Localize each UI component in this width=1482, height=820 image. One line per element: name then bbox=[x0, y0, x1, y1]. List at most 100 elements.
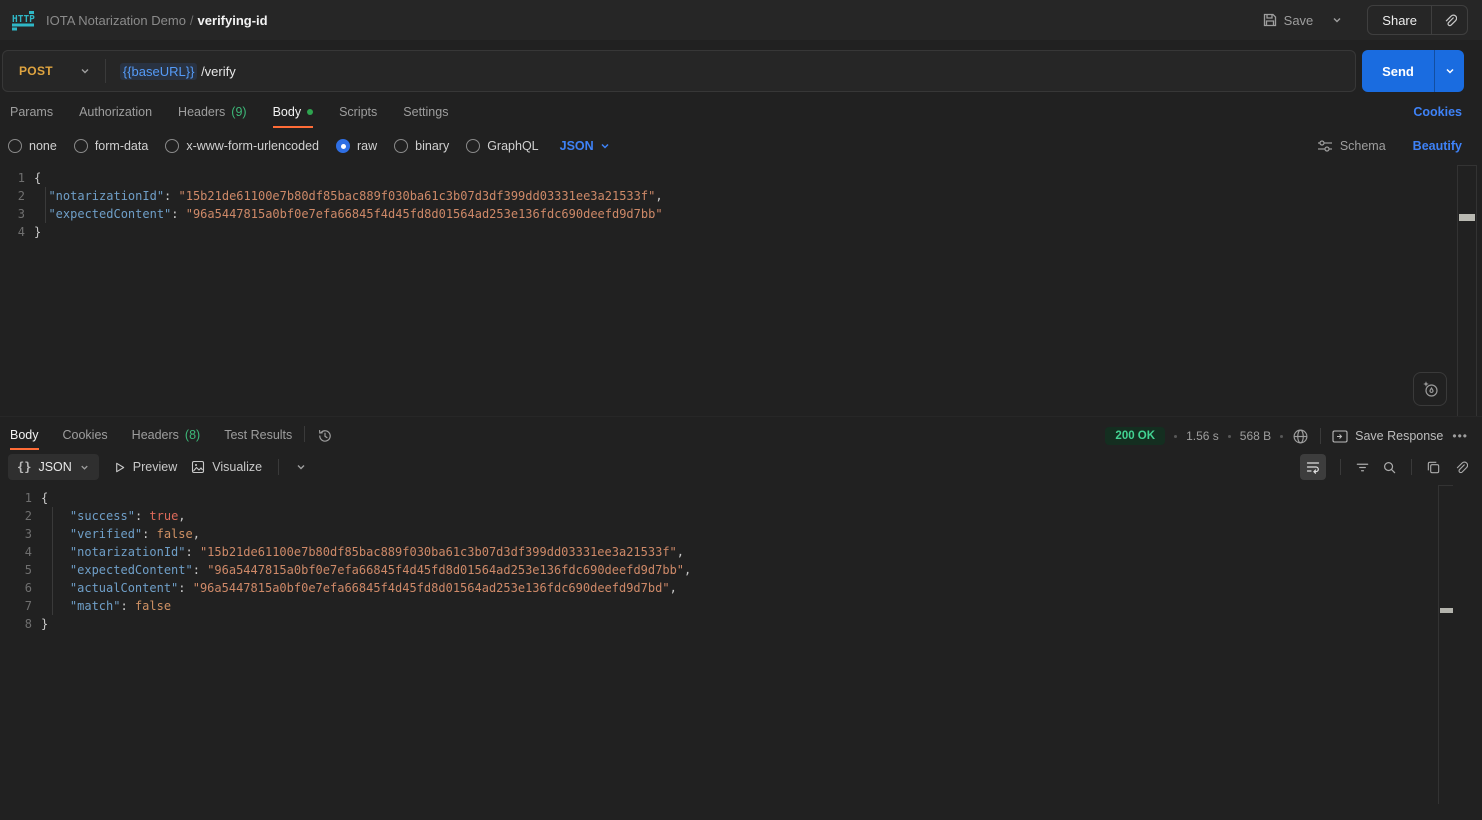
response-tab-body-label: Body bbox=[10, 428, 39, 442]
language-label: JSON bbox=[560, 139, 594, 153]
more-options-icon[interactable]: ••• bbox=[1452, 429, 1468, 443]
response-body-editor[interactable]: 1{2 "success": true,3 "verified": false,… bbox=[0, 484, 1482, 804]
postbot-button[interactable] bbox=[1413, 372, 1447, 406]
send-button[interactable]: Send bbox=[1362, 50, 1434, 92]
response-tab-test-results-label: Test Results bbox=[224, 428, 292, 442]
preview-button[interactable]: Preview bbox=[113, 460, 177, 474]
url-path: /verify bbox=[197, 64, 235, 79]
tab-authorization[interactable]: Authorization bbox=[79, 105, 152, 128]
response-meta: 200 OK 1.56 s 568 B Save Response ••• bbox=[1105, 427, 1468, 450]
body-modified-dot bbox=[307, 109, 313, 115]
method-select[interactable]: POST bbox=[3, 64, 105, 78]
save-response-icon bbox=[1332, 430, 1348, 443]
response-format-select[interactable]: {} JSON bbox=[8, 454, 99, 480]
request-body-editor[interactable]: 1{2 "notarizationId": "15b21de61100e7b80… bbox=[0, 164, 1482, 416]
response-tab-test-results[interactable]: Test Results bbox=[224, 428, 292, 450]
code-line: 8} bbox=[0, 615, 1482, 633]
response-tab-headers-count: (8) bbox=[185, 428, 200, 442]
response-toolbar: {} JSON Preview Visualize bbox=[0, 450, 1482, 484]
icons-divider bbox=[1411, 459, 1412, 475]
share-group: Share bbox=[1367, 5, 1468, 35]
radio-form-data[interactable] bbox=[74, 139, 88, 153]
share-button[interactable]: Share bbox=[1368, 13, 1431, 28]
response-code-lines[interactable]: 1{2 "success": true,3 "verified": false,… bbox=[0, 489, 1482, 633]
url-variable-token[interactable]: {{baseURL}} bbox=[120, 63, 198, 80]
response-tab-headers[interactable]: Headers(8) bbox=[132, 428, 201, 450]
radio-urlencoded[interactable] bbox=[165, 139, 179, 153]
send-options-chevron[interactable] bbox=[1435, 50, 1464, 92]
language-select[interactable]: JSON bbox=[560, 139, 611, 153]
search-icon[interactable] bbox=[1382, 460, 1397, 475]
response-header: Body Cookies Headers(8) Test Results 200… bbox=[0, 416, 1482, 450]
code-line: 2 "notarizationId": "15b21de61100e7b80df… bbox=[0, 187, 1482, 205]
code-line: 4 "notarizationId": "15b21de61100e7b80df… bbox=[0, 543, 1482, 561]
beautify-button[interactable]: Beautify bbox=[1413, 139, 1462, 153]
code-line: 1{ bbox=[0, 489, 1482, 507]
response-tabs-divider bbox=[304, 426, 305, 442]
tab-body[interactable]: Body bbox=[273, 105, 314, 128]
radio-none[interactable] bbox=[8, 139, 22, 153]
save-response-label: Save Response bbox=[1355, 429, 1443, 443]
tab-params[interactable]: Params bbox=[10, 105, 53, 128]
body-type-row: none form-data x-www-form-urlencoded raw… bbox=[0, 128, 1482, 164]
indent-guide bbox=[52, 507, 53, 615]
toolbar-right-icons bbox=[1300, 454, 1468, 480]
breadcrumb-collection[interactable]: IOTA Notarization Demo bbox=[46, 13, 186, 28]
http-request-icon: HTTP bbox=[10, 8, 36, 32]
request-scrollbar-track[interactable] bbox=[1457, 165, 1477, 416]
url-input[interactable]: {{baseURL}} /verify bbox=[106, 64, 236, 79]
filter-icon[interactable] bbox=[1355, 460, 1370, 475]
tab-scripts[interactable]: Scripts bbox=[339, 105, 377, 128]
body-type-none[interactable]: none bbox=[8, 139, 57, 153]
line-number: 3 bbox=[0, 205, 34, 223]
response-tab-cookies-label: Cookies bbox=[63, 428, 108, 442]
body-type-binary-label: binary bbox=[415, 139, 449, 153]
body-type-urlencoded-label: x-www-form-urlencoded bbox=[186, 139, 319, 153]
response-scrollbar-thumb[interactable] bbox=[1440, 608, 1453, 613]
schema-button[interactable]: Schema bbox=[1317, 139, 1386, 153]
line-number: 2 bbox=[0, 187, 34, 205]
globe-icon[interactable] bbox=[1292, 428, 1309, 445]
body-type-graphql-label: GraphQL bbox=[487, 139, 538, 153]
line-number: 1 bbox=[0, 489, 41, 507]
history-icon[interactable] bbox=[317, 428, 333, 450]
visualize-button[interactable]: Visualize bbox=[191, 460, 262, 474]
radio-binary[interactable] bbox=[394, 139, 408, 153]
link-icon[interactable] bbox=[1453, 460, 1468, 475]
body-type-binary[interactable]: binary bbox=[394, 139, 449, 153]
format-options-chevron[interactable] bbox=[295, 461, 307, 473]
svg-text:HTTP: HTTP bbox=[12, 14, 35, 25]
tab-settings[interactable]: Settings bbox=[403, 105, 448, 128]
play-icon bbox=[113, 461, 126, 474]
paperclip-icon[interactable] bbox=[1432, 13, 1467, 28]
copy-icon[interactable] bbox=[1426, 460, 1441, 475]
icons-divider bbox=[1340, 459, 1341, 475]
breadcrumb: IOTA Notarization Demo / verifying-id bbox=[46, 13, 268, 28]
radio-raw-selected[interactable] bbox=[336, 139, 350, 153]
save-options-chevron[interactable] bbox=[1323, 14, 1351, 26]
body-type-form-data[interactable]: form-data bbox=[74, 139, 149, 153]
wrap-text-icon[interactable] bbox=[1300, 454, 1326, 480]
body-type-form-data-label: form-data bbox=[95, 139, 149, 153]
body-type-raw[interactable]: raw bbox=[336, 139, 377, 153]
breadcrumb-request-name[interactable]: verifying-id bbox=[198, 13, 268, 28]
breadcrumb-separator: / bbox=[186, 13, 198, 28]
body-type-urlencoded[interactable]: x-www-form-urlencoded bbox=[165, 139, 319, 153]
response-time[interactable]: 1.56 s bbox=[1186, 429, 1219, 443]
response-tab-body[interactable]: Body bbox=[10, 428, 39, 450]
send-split-button: Send bbox=[1362, 50, 1464, 92]
response-tab-cookies[interactable]: Cookies bbox=[63, 428, 108, 450]
response-tabs: Body Cookies Headers(8) Test Results bbox=[10, 428, 292, 450]
request-code-lines[interactable]: 1{2 "notarizationId": "15b21de61100e7b80… bbox=[0, 169, 1482, 241]
radio-graphql[interactable] bbox=[466, 139, 480, 153]
request-scrollbar-thumb[interactable] bbox=[1459, 214, 1475, 221]
cookies-link[interactable]: Cookies bbox=[1413, 105, 1462, 128]
save-button[interactable]: Save bbox=[1262, 12, 1314, 28]
save-response-button[interactable]: Save Response bbox=[1332, 429, 1443, 443]
response-scrollbar-track[interactable] bbox=[1438, 485, 1453, 804]
body-type-graphql[interactable]: GraphQL bbox=[466, 139, 538, 153]
tab-headers[interactable]: Headers(9) bbox=[178, 105, 247, 128]
response-size[interactable]: 568 B bbox=[1240, 429, 1271, 443]
status-badge[interactable]: 200 OK bbox=[1105, 427, 1165, 445]
line-number: 2 bbox=[0, 507, 41, 525]
